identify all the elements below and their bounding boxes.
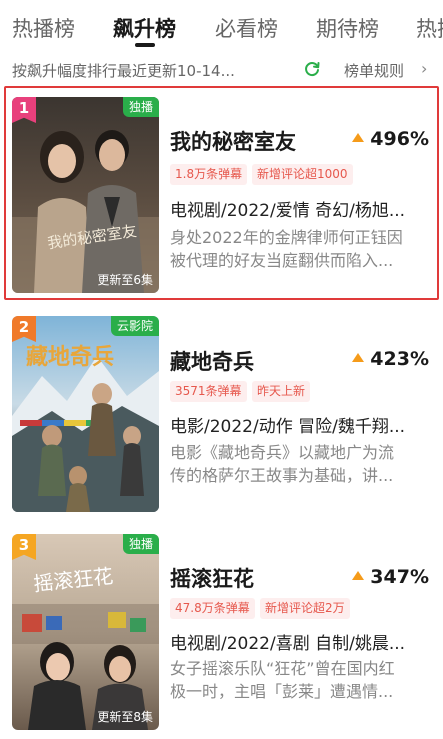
ranking-rules-link[interactable]: 榜单规则 <box>344 60 404 81</box>
tab-rising[interactable]: 飙升榜 <box>113 13 176 43</box>
ranking-description: 按飙升幅度排行最近更新10-14... <box>12 62 235 80</box>
item-meta: 电影/2022/动作 冒险/魏千翔... <box>170 417 406 437</box>
synopsis-line: 被代理的好友当庭翻供而陷入... <box>170 251 394 270</box>
poster-image[interactable]: 藏地奇兵 2 云影院 <box>12 316 159 512</box>
episode-status: 更新至8集 <box>97 710 153 724</box>
item-synopsis: 电影《藏地奇兵》以藏地广为流 传的格萨尔王故事为基础，讲... <box>170 441 426 487</box>
rank-number: 2 <box>18 318 30 336</box>
ranking-tabs: 热播榜 飙升榜 必看榜 期待榜 热搜 <box>0 0 443 52</box>
new-release-tag: 昨天上新 <box>252 381 311 402</box>
up-arrow-icon <box>352 571 365 580</box>
item-meta: 电视剧/2022/爱情 奇幻/杨旭... <box>170 201 406 221</box>
synopsis-line: 传的格萨尔王故事为基础，讲... <box>170 466 394 485</box>
exclusive-badge: 独播 <box>122 97 159 117</box>
ranking-item-3[interactable]: 摇滚狂花 3 独播 更新至8集 摇滚狂花 347% 47.8万条弹幕 新增评论超… <box>0 526 443 739</box>
item-title[interactable]: 藏地奇兵 <box>170 346 254 376</box>
ranking-subbar: 按飙升幅度排行最近更新10-14... 榜单规则 › <box>0 52 443 86</box>
refresh-icon[interactable] <box>303 60 321 78</box>
poster-image[interactable]: 我的秘密室友 1 独播 更新至6集 <box>12 97 159 293</box>
item-title[interactable]: 我的秘密室友 <box>170 126 296 156</box>
ranking-item-1[interactable]: 我的秘密室友 1 独播 更新至6集 我的秘密室友 496% 1.8万条弹幕 新增… <box>0 86 443 300</box>
episode-status: 更新至6集 <box>97 273 153 287</box>
growth-rate: 423% <box>352 348 429 370</box>
growth-rate: 347% <box>352 566 429 588</box>
comment-tag: 新增评论超2万 <box>260 598 350 619</box>
tab-hot[interactable]: 热播榜 <box>12 13 75 43</box>
tab-anticipated[interactable]: 期待榜 <box>316 13 379 43</box>
growth-rate: 496% <box>352 128 429 150</box>
comment-tag: 新增评论超1000 <box>252 164 353 185</box>
poster-title-art: 藏地奇兵 <box>26 344 114 370</box>
ranking-item-2[interactable]: 藏地奇兵 2 云影院 藏地奇兵 423% 3571条弹幕 昨天上新 电影/202… <box>0 306 443 520</box>
item-meta: 电视剧/2022/喜剧 自制/姚晨... <box>170 634 406 654</box>
up-arrow-icon <box>352 133 365 142</box>
growth-value: 347% <box>370 566 429 588</box>
danmaku-count-tag: 47.8万条弹幕 <box>170 598 255 619</box>
tab-trending-search[interactable]: 热搜 <box>416 13 443 43</box>
rank-number: 3 <box>18 536 30 554</box>
item-synopsis: 身处2022年的金牌律师何正钰因 被代理的好友当庭翻供而陷入... <box>170 226 426 272</box>
synopsis-line: 身处2022年的金牌律师何正钰因 <box>170 228 403 247</box>
synopsis-line: 女子摇滚乐队“狂花”曾在国内红 <box>170 659 395 678</box>
danmaku-count-tag: 3571条弹幕 <box>170 381 247 402</box>
active-tab-indicator <box>135 43 155 47</box>
poster-artwork: 摇滚狂花 <box>12 534 159 730</box>
chevron-right-icon: › <box>421 59 428 78</box>
item-synopsis: 女子摇滚乐队“狂花”曾在国内红 极一时，主唱「彭莱」遭遇情... <box>170 657 426 703</box>
tab-must-watch[interactable]: 必看榜 <box>215 13 278 43</box>
exclusive-badge: 独播 <box>122 534 159 554</box>
growth-value: 496% <box>370 128 429 150</box>
poster-artwork: 我的秘密室友 <box>12 97 159 293</box>
poster-image[interactable]: 摇滚狂花 3 独播 更新至8集 <box>12 534 159 730</box>
cloud-cinema-badge: 云影院 <box>110 316 159 336</box>
growth-value: 423% <box>370 348 429 370</box>
up-arrow-icon <box>352 353 365 362</box>
synopsis-line: 电影《藏地奇兵》以藏地广为流 <box>170 443 395 462</box>
poster-artwork: 藏地奇兵 <box>12 316 159 512</box>
rank-number: 1 <box>18 99 30 117</box>
item-title[interactable]: 摇滚狂花 <box>170 563 254 593</box>
danmaku-count-tag: 1.8万条弹幕 <box>170 164 248 185</box>
synopsis-line: 极一时，主唱「彭莱」遭遇情... <box>170 682 394 701</box>
